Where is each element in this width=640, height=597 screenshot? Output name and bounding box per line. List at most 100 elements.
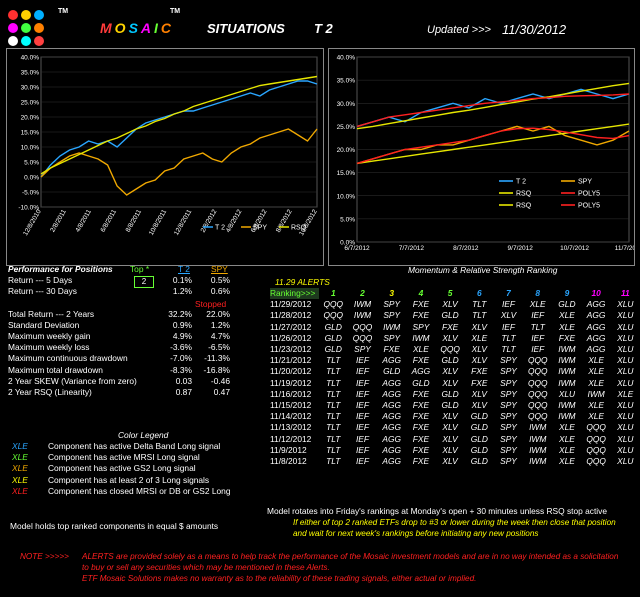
perf-label: Total Return --- 2 Years xyxy=(8,308,95,319)
logo-dot xyxy=(34,36,44,46)
legend-label: POLY5 xyxy=(578,203,600,210)
ranking-ticker: IWM xyxy=(558,344,576,355)
ranking-ticker: XLE xyxy=(558,422,575,433)
ranking-ticker: IWM xyxy=(558,377,576,388)
ranking-ticker: XLE xyxy=(471,332,488,343)
ranking-ticker: IEF xyxy=(355,400,369,411)
spy-label: SPY xyxy=(211,264,228,274)
ranking-ticker: XLV xyxy=(471,355,487,366)
ranking-ticker: XLV xyxy=(442,456,458,467)
chart-recent-svg: 40.0%35.0%30.0%25.0%20.0%15.0%10.0%5.0%0… xyxy=(337,55,640,253)
ranking-table: Ranking>>> 1 2 3 4 5 6 7 8 9 10 11 11/29/2012 QQQ IWM S… xyxy=(270,288,640,467)
ranking-ticker: FXE xyxy=(412,433,430,444)
ranking-ticker: XLE xyxy=(588,355,605,366)
updated-label: Updated >>> xyxy=(427,24,491,36)
ranking-ticker: XLV xyxy=(442,377,458,388)
ranking-row: 11/19/2012 TLT IEF AGG GLD XLV FXE SPY QQQ IWM XLE… xyxy=(270,378,640,389)
ranking-ticker: IEF xyxy=(501,299,516,310)
perf-spy: -16.8% xyxy=(203,364,230,375)
ranking-ticker: IWM xyxy=(353,299,372,310)
logo-dot xyxy=(8,23,18,33)
perf-label: Return --- 5 Days xyxy=(8,275,73,285)
perf-t2: -8.3% xyxy=(170,364,192,375)
ranking-ticker: XLE xyxy=(588,411,605,422)
logo-dot xyxy=(21,10,31,20)
chart-two-year: 40.0% 35.0% 30.0% 25.0% 20.0% 15.0% 10.0% 5.0% 0… xyxy=(6,48,324,266)
ranking-ticker: GLD xyxy=(324,321,342,332)
ranking-ticker: FXE xyxy=(412,422,430,433)
perf-row: Return --- 30 Days 1.2% 0.6% xyxy=(8,286,258,297)
ranking-ticker: IEF xyxy=(501,321,516,332)
ranking-ticker: XLU xyxy=(617,433,634,444)
ranking-ticker: QQQ xyxy=(527,388,548,399)
chart-recent: 40.0% 35.0% 30.0% 25.0% 20.0% 15.0% 10.0% 5.0% 0… xyxy=(328,48,640,266)
ranking-ticker: QQQ xyxy=(527,377,548,388)
ranking-ticker: XLV xyxy=(442,433,458,444)
ranking-ticker: AGG xyxy=(586,299,606,310)
ranking-ticker: TLT xyxy=(326,388,341,399)
disclaimer-2: to buy or sell any securities which may … xyxy=(82,563,330,572)
ranking-date: 11/15/2012 xyxy=(270,400,312,411)
ranking-ticker: TLT xyxy=(501,344,516,355)
ranking-row: 11/16/2012 TLT IEF AGG FXE GLD XLV SPY QQQ XLU IWM… xyxy=(270,389,640,400)
ranking-ticker: AGG xyxy=(411,366,431,377)
ranking-ticker: GLD xyxy=(470,456,488,467)
x-tick-label: 12/8/2010 xyxy=(22,208,43,237)
ranking-ticker: GLD xyxy=(470,433,488,444)
x-tick-label: 9/7/2012 xyxy=(508,245,534,252)
ranking-ticker: AGG xyxy=(586,321,606,332)
ranking-ticker: SPY xyxy=(500,366,517,377)
perf-row: 2 Year SKEW (Variance from zero) 0.03 -0.4… xyxy=(8,376,258,387)
ranking-ticker: SPY xyxy=(500,377,517,388)
x-tick-label: 7/7/2012 xyxy=(399,245,425,252)
perf-t2: 4.9% xyxy=(172,330,192,341)
disclaimer-3: ETF Mosaic Solutions makes no warranty a… xyxy=(82,574,477,583)
perf-spy: -6.5% xyxy=(208,342,230,353)
ranking-ticker: QQQ xyxy=(352,321,373,332)
y-tick-label: 20.0% xyxy=(21,115,40,122)
ranking-row: 11/8/2012 TLT IEF AGG FXE XLV GLD SPY IWM XLE QQQ X… xyxy=(270,456,640,467)
ranking-ticker: IWM xyxy=(558,355,576,366)
ranking-header: Ranking>>> 1 2 3 4 5 6 7 8 9 10 11 xyxy=(270,288,640,300)
ranking-ticker: SPY xyxy=(500,388,517,399)
legend-label: T 2 xyxy=(516,179,526,186)
perf-spy: 0.5% xyxy=(210,275,230,285)
ranking-ticker: IWM xyxy=(529,444,547,455)
ranking-ticker: GLD xyxy=(383,366,401,377)
ranking-ticker: XLE xyxy=(588,377,605,388)
ranking-ticker: XLV xyxy=(471,344,487,355)
ranking-ticker: SPY xyxy=(500,422,517,433)
ranking-row: 11/13/2012 TLT IEF AGG FXE XLV GLD SPY IWM XLE QQQ… xyxy=(270,422,640,433)
rank-column-header: 3 xyxy=(389,288,395,298)
perf-row: Maximum weekly gain 4.9% 4.7% xyxy=(8,331,258,342)
ranking-row: 11/9/2012 TLT IEF AGG FXE XLV GLD SPY IWM XLE QQQ X… xyxy=(270,445,640,456)
ranking-row: 11/23/2012 GLD SPY FXE XLE QQQ XLV TLT IEF IWM AGG… xyxy=(270,344,640,355)
ranking-ticker: FXE xyxy=(412,444,430,455)
perf-row: Maximum weekly loss -3.6% -6.5% xyxy=(8,342,258,353)
tm-mark-2: TM xyxy=(170,8,181,15)
ranking-row: 11/14/2012 TLT IEF AGG FXE XLV GLD SPY QQQ IWM XLE… xyxy=(270,411,640,422)
legend-label: SPY xyxy=(253,225,267,232)
ranking-ticker: TLT xyxy=(326,444,341,455)
ranking-ticker: IEF xyxy=(531,310,545,321)
brand-letter: O xyxy=(114,20,129,36)
y-tick-label: 15.0% xyxy=(21,130,40,137)
ranking-ticker: SPY xyxy=(500,444,517,455)
ranking-date: 11/21/2012 xyxy=(270,355,312,366)
ranking-ticker: IEF xyxy=(355,456,369,467)
ranking-ticker: QQQ xyxy=(527,411,548,422)
x-tick-label: 4/8/2012 xyxy=(225,208,244,234)
perf-spy: 22.0% xyxy=(206,308,230,319)
ranking-ticker: SPY xyxy=(500,411,517,422)
brand-letter: A xyxy=(140,20,155,36)
ranking-ticker: QQQ xyxy=(586,422,606,433)
ranking-ticker: XLV xyxy=(442,422,458,433)
x-tick-label: 8/7/2012 xyxy=(453,245,479,252)
ranking-ticker: FXE xyxy=(412,411,430,422)
ranking-ticker: IEF xyxy=(355,433,369,444)
legend-label: RSQ xyxy=(516,203,532,210)
perf-row: 2 Year RSQ (Linearity) 0.87 0.47 xyxy=(8,387,258,398)
ranking-ticker: QQQ xyxy=(527,366,548,377)
ranking-ticker: XLU xyxy=(617,411,634,422)
ranking-ticker: XLU xyxy=(617,377,634,388)
